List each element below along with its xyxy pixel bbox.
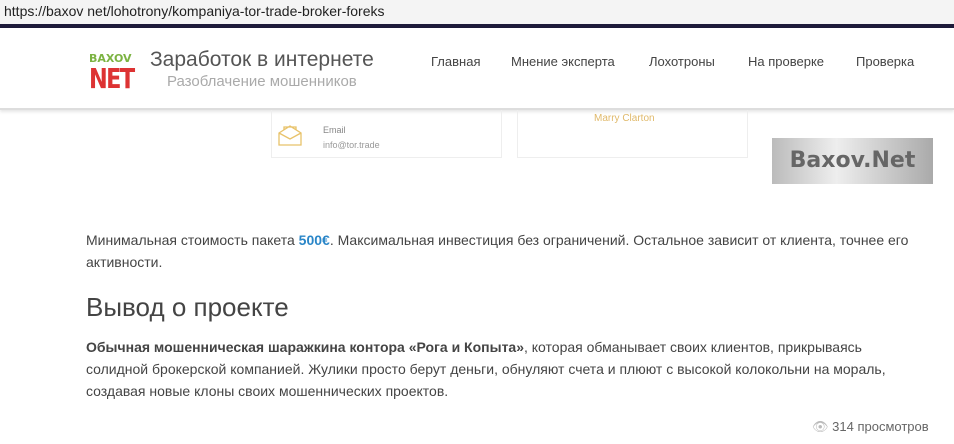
eye-icon: 👁 <box>812 419 829 434</box>
contact-name: Marry Clarton <box>594 113 655 124</box>
paragraph-price: Минимальная стоимость пакета 500€. Макси… <box>86 229 926 273</box>
bold-text: Обычная мошенническая шаражкина контора … <box>86 339 524 355</box>
email-card <box>271 110 502 158</box>
nav-under-review[interactable]: На проверке <box>748 54 824 69</box>
nav-scams[interactable]: Лохотроны <box>649 54 715 69</box>
nav-home[interactable]: Главная <box>431 54 480 69</box>
view-count: 👁 314 просмотров <box>812 419 929 435</box>
price-value: 500€ <box>298 232 330 248</box>
site-title[interactable]: Заработок в интернете <box>150 48 374 72</box>
site-header: BAXOV NET Заработок в интернете Разоблач… <box>0 28 954 110</box>
address-bar[interactable]: https://baxov net/lohotrony/kompaniya-to… <box>0 0 954 24</box>
email-label: Email <box>323 125 346 135</box>
email-value[interactable]: info@tor.trade <box>323 140 380 150</box>
envelope-icon <box>278 125 302 146</box>
section-heading: Вывод о проекте <box>86 292 289 322</box>
view-count-text: 314 просмотров <box>832 419 929 434</box>
nav-check[interactable]: Проверка <box>856 54 914 69</box>
site-logo[interactable]: BAXOV NET <box>89 53 135 97</box>
text: Минимальная стоимость пакета <box>86 232 299 248</box>
paragraph-conclusion: Обычная мошенническая шаражкина контора … <box>86 336 926 402</box>
watermark: Baxov.Net <box>772 138 933 184</box>
nav-expert-opinion[interactable]: Мнение эксперта <box>511 54 615 69</box>
site-subtitle: Разоблачение мошенников <box>167 73 357 90</box>
logo-text-bottom: NET <box>89 62 135 95</box>
